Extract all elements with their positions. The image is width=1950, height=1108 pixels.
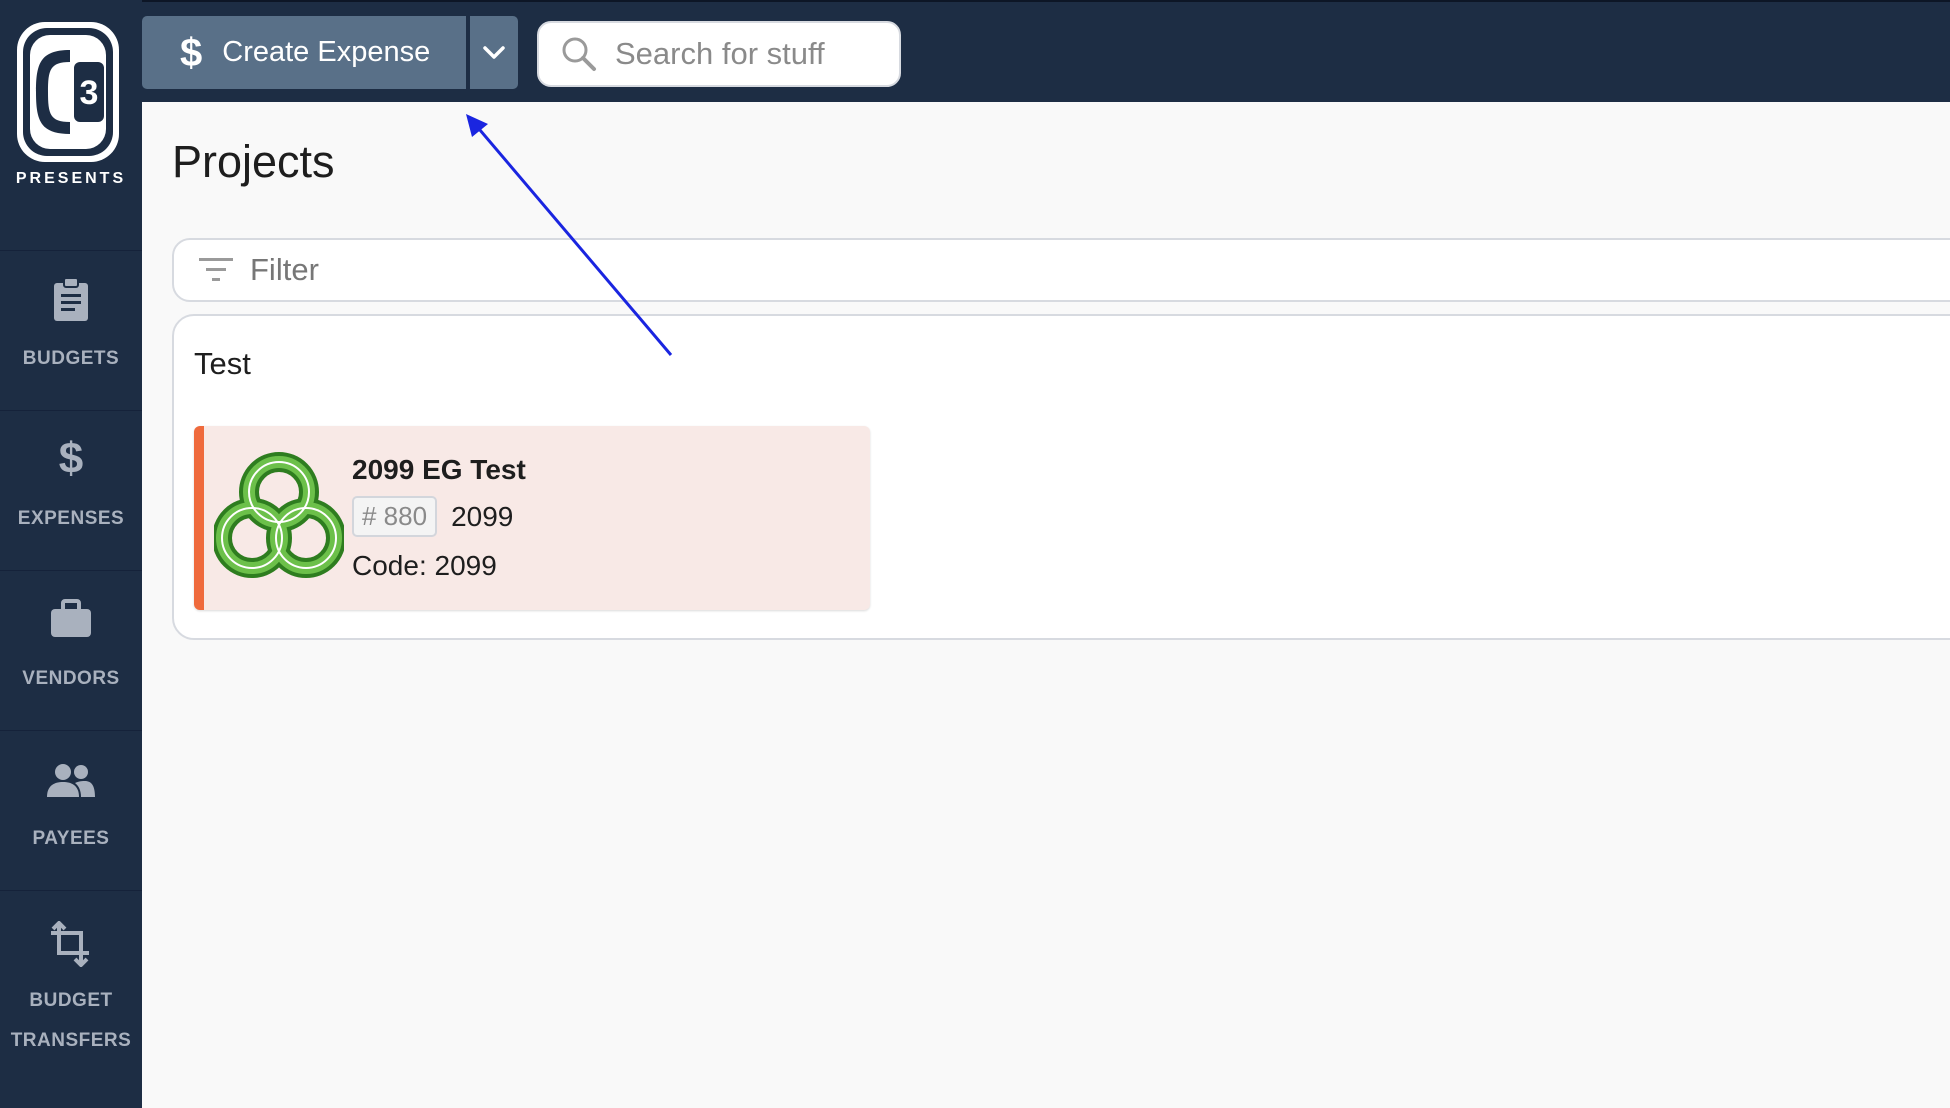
project-meta: # 880 2099 [352,496,513,537]
filter-box[interactable] [172,238,1950,302]
create-expense-label: Create Expense [222,36,431,68]
dollar-icon: $ [0,437,142,481]
filter-input[interactable] [250,252,1750,288]
logo-text: PRESENTS [15,170,127,187]
sidebar-item-label: VENDORS [22,668,120,689]
top-bar: $ Create Expense [142,0,1950,102]
sidebar-item-label: BUDGETS [22,348,120,369]
sidebar-item-budget-transfers[interactable]: BUDGET TRANSFERS [0,890,142,1090]
group-title: Test [194,346,251,381]
chevron-down-icon [483,45,505,59]
sidebar: 3 PRESENTS BUDGETS $ EXPENSES VENDORS PA… [0,0,142,1108]
create-expense-dropdown-button[interactable] [470,16,518,89]
main-content: Projects Test [142,102,1950,1108]
project-year: 2099 [451,500,514,532]
page-title: Projects [172,136,335,187]
briefcase-icon [0,599,142,639]
sidebar-item-expenses[interactable]: $ EXPENSES [0,410,142,570]
project-code: Code: 2099 [352,550,497,581]
project-name: 2099 EG Test [352,454,526,485]
crop-transfer-icon [0,921,142,967]
search-box[interactable] [537,21,901,87]
search-icon [561,36,597,72]
project-logo-icon [214,452,344,578]
sidebar-item-label: PAYEES [32,828,110,849]
project-card[interactable]: 2099 EG Test # 880 2099 Code: 2099 [194,426,870,610]
dollar-icon: $ [180,30,203,75]
sidebar-item-payees[interactable]: PAYEES [0,730,142,890]
project-group: Test 2099 EG Test # 880 2099 Code: 2099 [172,314,1950,640]
people-icon [0,763,142,797]
filter-icon [198,255,234,285]
create-expense-button[interactable]: $ Create Expense [142,16,466,89]
sidebar-item-label: EXPENSES [17,508,125,529]
sidebar-item-budgets[interactable]: BUDGETS [0,250,142,410]
svg-text:3: 3 [80,74,99,112]
search-input[interactable] [615,36,865,72]
dollar-glyph: $ [58,434,84,483]
sidebar-item-label: BUDGET TRANSFERS [10,990,132,1051]
clipboard-icon [0,277,142,323]
sidebar-item-vendors[interactable]: VENDORS [0,570,142,730]
c3-logo-icon: 3 [17,22,119,162]
c3-presents-logo[interactable]: 3 PRESENTS [0,0,142,240]
project-number-badge: # 880 [352,496,438,537]
